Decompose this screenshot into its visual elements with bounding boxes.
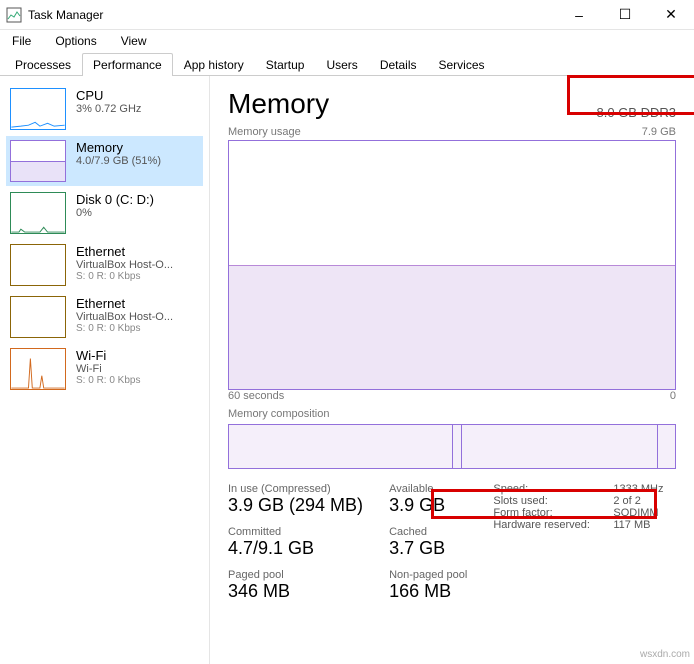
- sidebar-wifi-line1: Wi-Fi: [76, 363, 140, 375]
- minimize-button[interactable]: –: [556, 0, 602, 29]
- committed-value: 4.7/9.1 GB: [228, 538, 363, 559]
- sidebar-eth1-title: Ethernet: [76, 244, 173, 259]
- hw-value: 117 MB: [613, 519, 650, 531]
- tab-app-history[interactable]: App history: [173, 53, 255, 76]
- sidebar-item-ethernet-2[interactable]: Ethernet VirtualBox Host-O... S: 0 R: 0 …: [6, 292, 203, 342]
- sidebar-eth2-line1: VirtualBox Host-O...: [76, 311, 173, 323]
- xaxis-left: 60 seconds: [228, 390, 284, 402]
- memory-sparkline: [10, 140, 66, 182]
- sidebar-item-ethernet-1[interactable]: Ethernet VirtualBox Host-O... S: 0 R: 0 …: [6, 240, 203, 290]
- sidebar-eth1-line2: S: 0 R: 0 Kbps: [76, 271, 173, 282]
- memory-usage-chart: [228, 140, 676, 390]
- form-label: Form factor:: [493, 507, 613, 519]
- tab-startup[interactable]: Startup: [255, 53, 316, 76]
- cached-value: 3.7 GB: [389, 538, 467, 559]
- main-panel: Memory 8.0 GB DDR3 Memory usage 7.9 GB 6…: [210, 76, 694, 664]
- cpu-sparkline: [10, 88, 66, 130]
- app-icon: [6, 7, 22, 23]
- nonpaged-label: Non-paged pool: [389, 569, 467, 581]
- window-title: Task Manager: [28, 8, 556, 22]
- wifi-sparkline: [10, 348, 66, 390]
- sidebar-memory-value: 4.0/7.9 GB (51%): [76, 155, 161, 167]
- tabbar: Processes Performance App history Startu…: [0, 52, 694, 76]
- menu-file[interactable]: File: [6, 32, 37, 50]
- paged-value: 346 MB: [228, 581, 363, 602]
- sidebar-eth1-line1: VirtualBox Host-O...: [76, 259, 173, 271]
- sidebar-item-wifi[interactable]: Wi-Fi Wi-Fi S: 0 R: 0 Kbps: [6, 344, 203, 394]
- xaxis-right: 0: [670, 390, 676, 402]
- ethernet2-sparkline: [10, 296, 66, 338]
- available-value: 3.9 GB: [389, 495, 467, 516]
- tab-performance[interactable]: Performance: [82, 53, 173, 76]
- close-button[interactable]: ✕: [648, 0, 694, 29]
- page-title: Memory: [228, 88, 329, 120]
- slots-label: Slots used:: [493, 495, 613, 507]
- memory-composition-chart: [228, 424, 676, 469]
- form-value: SODIMM: [613, 507, 658, 519]
- inuse-label: In use (Compressed): [228, 483, 363, 495]
- tab-services[interactable]: Services: [428, 53, 496, 76]
- usage-label: Memory usage: [228, 126, 301, 138]
- tab-processes[interactable]: Processes: [4, 53, 82, 76]
- menubar: File Options View: [0, 30, 694, 52]
- cached-label: Cached: [389, 526, 467, 538]
- titlebar: Task Manager – ☐ ✕: [0, 0, 694, 30]
- sidebar-disk-title: Disk 0 (C: D:): [76, 192, 154, 207]
- menu-view[interactable]: View: [115, 32, 153, 50]
- tab-users[interactable]: Users: [315, 53, 368, 76]
- paged-label: Paged pool: [228, 569, 363, 581]
- sidebar-cpu-value: 3% 0.72 GHz: [76, 103, 141, 115]
- memory-details: Speed:1333 MHz Slots used:2 of 2 Form fa…: [493, 483, 663, 612]
- sidebar-eth2-title: Ethernet: [76, 296, 173, 311]
- tab-details[interactable]: Details: [369, 53, 428, 76]
- hw-label: Hardware reserved:: [493, 519, 613, 531]
- nonpaged-value: 166 MB: [389, 581, 467, 602]
- window-controls: – ☐ ✕: [556, 0, 694, 29]
- watermark: wsxdn.com: [640, 649, 690, 660]
- sidebar: CPU 3% 0.72 GHz Memory 4.0/7.9 GB (51%) …: [0, 76, 210, 664]
- inuse-value: 3.9 GB (294 MB): [228, 495, 363, 516]
- slots-value: 2 of 2: [613, 495, 641, 507]
- memory-total: 8.0 GB DDR3: [597, 105, 676, 120]
- available-label: Available: [389, 483, 467, 495]
- ethernet1-sparkline: [10, 244, 66, 286]
- committed-label: Committed: [228, 526, 363, 538]
- sidebar-item-cpu[interactable]: CPU 3% 0.72 GHz: [6, 84, 203, 134]
- sidebar-wifi-title: Wi-Fi: [76, 348, 140, 363]
- sidebar-eth2-line2: S: 0 R: 0 Kbps: [76, 323, 173, 334]
- usage-max: 7.9 GB: [642, 126, 676, 138]
- disk-sparkline: [10, 192, 66, 234]
- speed-value: 1333 MHz: [613, 483, 663, 495]
- speed-label: Speed:: [493, 483, 613, 495]
- sidebar-cpu-title: CPU: [76, 88, 141, 103]
- sidebar-item-disk[interactable]: Disk 0 (C: D:) 0%: [6, 188, 203, 238]
- composition-label: Memory composition: [228, 408, 676, 420]
- sidebar-item-memory[interactable]: Memory 4.0/7.9 GB (51%): [6, 136, 203, 186]
- sidebar-wifi-line2: S: 0 R: 0 Kbps: [76, 375, 140, 386]
- sidebar-memory-title: Memory: [76, 140, 161, 155]
- maximize-button[interactable]: ☐: [602, 0, 648, 29]
- menu-options[interactable]: Options: [49, 32, 102, 50]
- sidebar-disk-value: 0%: [76, 207, 154, 219]
